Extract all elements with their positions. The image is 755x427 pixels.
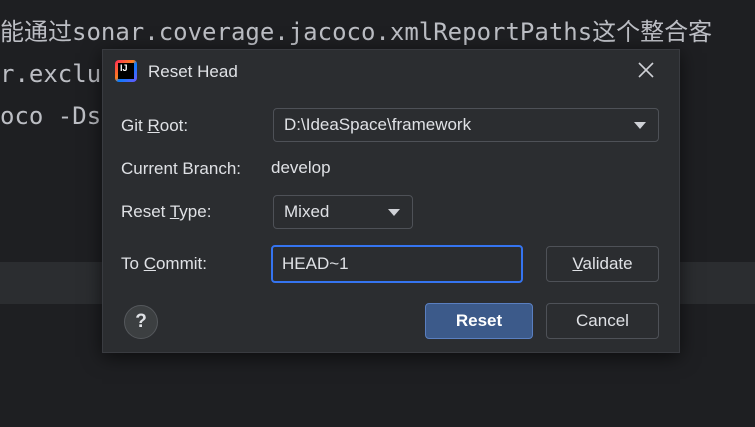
current-branch-label: Current Branch: <box>121 159 241 178</box>
help-button[interactable]: ? <box>124 305 158 339</box>
to-commit-input[interactable] <box>271 245 523 283</box>
chevron-down-icon <box>388 209 400 216</box>
reset-type-label: Reset Type: <box>121 202 212 221</box>
code-line-1: 能通过sonar.coverage.jacoco.xmlReportPaths这… <box>0 18 713 46</box>
reset-button[interactable]: Reset <box>425 303 533 339</box>
to-commit-label: To Commit: <box>121 254 207 273</box>
chevron-down-icon <box>634 122 646 129</box>
dialog-title: Reset Head <box>148 62 238 81</box>
git-root-select[interactable]: D:\IdeaSpace\framework <box>273 108 659 142</box>
app-icon-text: IJ <box>118 63 134 79</box>
close-icon[interactable] <box>635 59 657 81</box>
git-root-value: D:\IdeaSpace\framework <box>284 115 472 134</box>
cancel-button[interactable]: Cancel <box>546 303 659 339</box>
git-root-label: Git Root: <box>121 116 189 135</box>
dialog-title-bar[interactable]: IJ Reset Head <box>103 50 679 94</box>
current-branch-value: develop <box>271 158 331 177</box>
reset-type-value: Mixed <box>284 202 330 221</box>
reset-head-dialog: IJ Reset Head Git Root: D:\IdeaSpace\fra… <box>102 49 680 353</box>
reset-type-select[interactable]: Mixed <box>273 195 413 229</box>
intellij-icon: IJ <box>115 60 137 82</box>
validate-button[interactable]: Validate <box>546 246 659 282</box>
